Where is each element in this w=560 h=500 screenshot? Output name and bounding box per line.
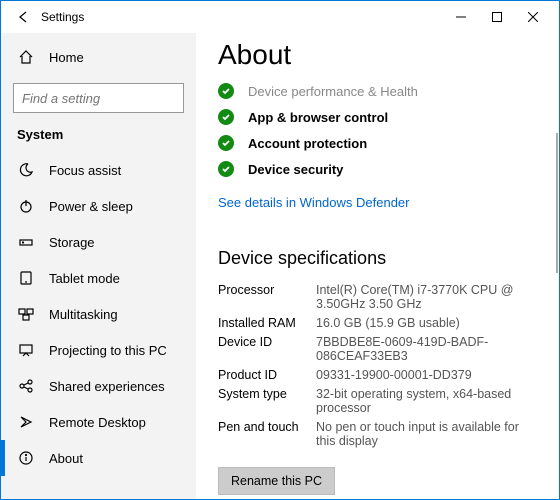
spec-value: No pen or touch input is available for t… [316,420,537,448]
status-label: App & browser control [248,110,388,125]
multitasking-icon [17,305,35,323]
scrollbar[interactable] [556,133,558,273]
sidebar-item-label: Storage [49,235,95,250]
maximize-button[interactable] [479,3,515,31]
remote-icon [17,413,35,431]
sidebar-item-shared-experiences[interactable]: Shared experiences [1,368,196,404]
status-row: App & browser control [218,109,537,125]
rename-pc-button[interactable]: Rename this PC [218,467,335,495]
spec-row: Product ID09331-19900-00001-DD379 [218,368,537,382]
spec-row: Device ID7BBDBE8E-0609-419D-BADF-086CEAF… [218,335,537,363]
sidebar-item-label: Focus assist [49,163,121,178]
sidebar-item-remote-desktop[interactable]: Remote Desktop [1,404,196,440]
info-icon [17,449,35,467]
check-icon [218,83,234,99]
status-row: Device security [218,161,537,177]
sidebar-item-label: Shared experiences [49,379,165,394]
sidebar-item-label: Home [49,50,84,65]
sidebar: Home System Focus assist Power & sleep S… [1,33,196,499]
spec-row: Installed RAM16.0 GB (15.9 GB usable) [218,316,537,330]
spec-value: 7BBDBE8E-0609-419D-BADF-086CEAF33EB3 [316,335,537,363]
projecting-icon [17,341,35,359]
status-label: Device performance & Health [248,84,418,99]
sidebar-item-power-sleep[interactable]: Power & sleep [1,188,196,224]
titlebar: Settings [1,1,559,33]
spec-label: Pen and touch [218,420,316,448]
spec-label: Processor [218,283,316,311]
status-label: Account protection [248,136,367,151]
moon-icon [17,161,35,179]
check-icon [218,161,234,177]
storage-icon [17,233,35,251]
maximize-icon [492,12,502,22]
sidebar-item-label: Power & sleep [49,199,133,214]
spec-label: Installed RAM [218,316,316,330]
minimize-icon [456,12,466,22]
spec-value: 32-bit operating system, x64-based proce… [316,387,537,415]
sidebar-item-storage[interactable]: Storage [1,224,196,260]
sidebar-item-label: Multitasking [49,307,118,322]
spec-row: ProcessorIntel(R) Core(TM) i7-3770K CPU … [218,283,537,311]
spec-label: Product ID [218,368,316,382]
sidebar-item-about[interactable]: About [1,440,196,476]
spec-label: Device ID [218,335,316,363]
page-title: About [218,39,537,71]
search-box[interactable] [13,83,184,113]
content-pane: About Device performance & Health App & … [196,33,559,499]
spec-value: 09331-19900-00001-DD379 [316,368,472,382]
sidebar-item-label: Remote Desktop [49,415,146,430]
sidebar-item-home[interactable]: Home [1,39,196,75]
home-icon [17,48,35,66]
spec-value: Intel(R) Core(TM) i7-3770K CPU @ 3.50GHz… [316,283,537,311]
spec-row: System type32-bit operating system, x64-… [218,387,537,415]
sidebar-group-header: System [1,123,196,152]
check-icon [218,109,234,125]
close-button[interactable] [515,3,551,31]
power-icon [17,197,35,215]
status-row: Device performance & Health [218,83,537,99]
defender-link[interactable]: See details in Windows Defender [218,195,410,210]
check-icon [218,135,234,151]
tablet-icon [17,269,35,287]
sidebar-item-projecting[interactable]: Projecting to this PC [1,332,196,368]
app-title: Settings [41,10,84,24]
arrow-left-icon [16,10,30,24]
spec-row: Pen and touchNo pen or touch input is av… [218,420,537,448]
spec-label: System type [218,387,316,415]
sidebar-item-multitasking[interactable]: Multitasking [1,296,196,332]
minimize-button[interactable] [443,3,479,31]
sidebar-item-label: About [49,451,83,466]
specs-header: Device specifications [218,248,537,269]
sidebar-item-focus-assist[interactable]: Focus assist [1,152,196,188]
sidebar-item-label: Projecting to this PC [49,343,167,358]
sidebar-item-tablet-mode[interactable]: Tablet mode [1,260,196,296]
close-icon [528,12,538,22]
share-icon [17,377,35,395]
search-input[interactable] [22,91,196,106]
status-label: Device security [248,162,343,177]
status-row: Account protection [218,135,537,151]
sidebar-item-label: Tablet mode [49,271,120,286]
back-button[interactable] [9,3,37,31]
spec-value: 16.0 GB (15.9 GB usable) [316,316,460,330]
